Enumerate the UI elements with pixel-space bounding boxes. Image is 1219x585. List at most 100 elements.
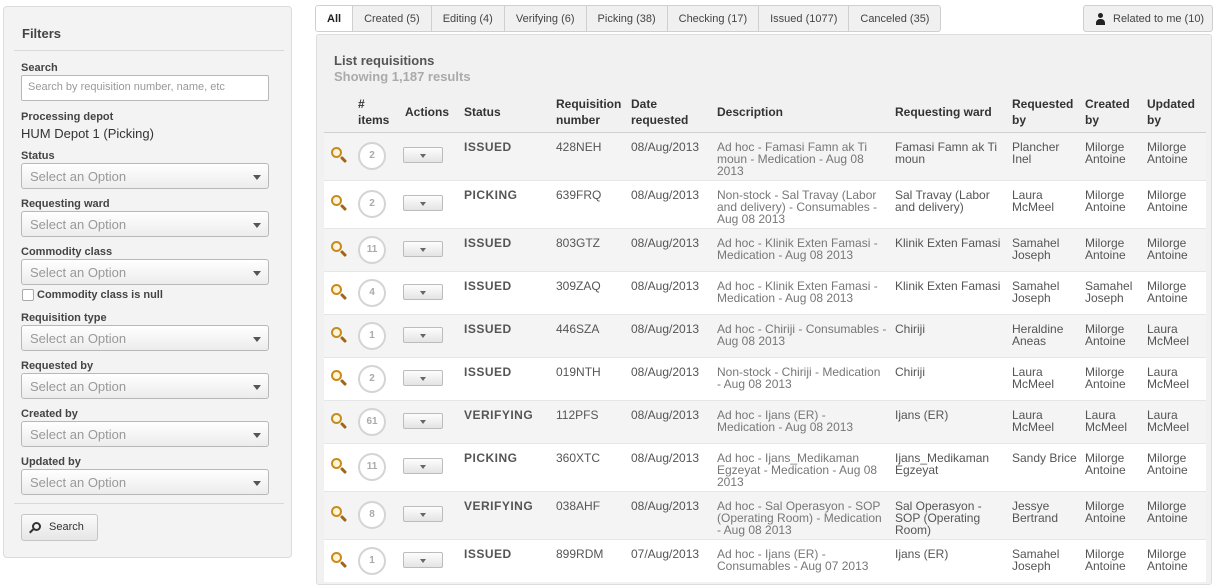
item-count-badge: 1: [358, 546, 386, 575]
row-requested-by: Plancher Inel: [1008, 131, 1081, 180]
row-actions-dropdown[interactable]: [403, 147, 443, 163]
row-actions-dropdown[interactable]: [403, 412, 443, 429]
row-status: VERIFYING: [460, 399, 552, 443]
row-requested-by: Samahel Joseph: [1008, 270, 1081, 314]
row-description: Ad hoc - Sal Operasyon - SOP (Operating …: [713, 490, 891, 539]
row-requested-by: Sandy Brice: [1008, 442, 1081, 491]
row-created-by: Laura McMeel: [1081, 399, 1143, 443]
tab-canceled[interactable]: Canceled (35): [849, 6, 940, 31]
header-number[interactable]: Requisition number: [552, 93, 627, 133]
tab-picking[interactable]: Picking (38): [587, 6, 668, 31]
tab-verifying[interactable]: Verifying (6): [505, 6, 587, 31]
view-details-icon[interactable]: [331, 506, 348, 523]
view-details-icon[interactable]: [331, 240, 348, 257]
header-updated-by[interactable]: Updated by: [1143, 93, 1206, 133]
search-button[interactable]: Search: [21, 514, 98, 541]
tab-checking[interactable]: Checking (17): [668, 6, 760, 31]
view-details-icon[interactable]: [331, 458, 348, 475]
row-number: 803GTZ: [552, 227, 627, 271]
header-ward[interactable]: Requesting ward: [891, 93, 1008, 133]
updated-by-select[interactable]: Select an Option: [21, 469, 269, 495]
row-ward: Ijans_Medikaman Egzeyat: [891, 442, 1008, 491]
item-count-badge: 1: [358, 321, 386, 350]
view-details-icon[interactable]: [331, 369, 348, 386]
row-status: ISSUED: [460, 356, 552, 400]
status-select[interactable]: Select an Option: [21, 163, 269, 189]
row-updated-by: Milorge Antoine: [1143, 490, 1206, 539]
view-details-icon[interactable]: [331, 283, 348, 300]
view-details-icon[interactable]: [331, 412, 348, 429]
ward-select[interactable]: Select an Option: [21, 211, 269, 237]
row-date: 07/Aug/2013: [627, 538, 713, 582]
row-created-by: Milorge Antoine: [1081, 442, 1143, 491]
row-created-by: Milorge Antoine: [1081, 227, 1143, 271]
related-to-me-label: Related to me (10): [1113, 13, 1205, 25]
view-details-icon[interactable]: [331, 326, 348, 343]
row-date: 08/Aug/2013: [627, 399, 713, 443]
status-tabs: All Created (5) Editing (4) Verifying (6…: [315, 5, 942, 32]
search-label: Search: [21, 62, 58, 74]
row-actions-dropdown[interactable]: [403, 326, 443, 343]
row-actions-dropdown[interactable]: [403, 551, 443, 568]
user-icon: [1096, 13, 1105, 25]
created-by-select[interactable]: Select an Option: [21, 421, 269, 447]
chevron-down-icon: [253, 481, 261, 486]
commodity-null-checkbox[interactable]: [22, 289, 34, 301]
header-date[interactable]: Date requested: [627, 93, 713, 133]
row-description: Ad hoc - Ijans (ER) - Consumables - Aug …: [713, 538, 891, 582]
item-count-badge: 11: [358, 235, 386, 264]
item-count-badge: 11: [358, 453, 386, 481]
row-actions-dropdown[interactable]: [403, 240, 443, 257]
tab-issued[interactable]: Issued (1077): [759, 6, 850, 31]
row-created-by: Milorge Antoine: [1081, 131, 1143, 180]
view-details-icon[interactable]: [331, 147, 348, 164]
view-details-icon[interactable]: [331, 195, 348, 212]
ward-label: Requesting ward: [21, 198, 110, 210]
item-count-badge: 2: [358, 142, 386, 170]
row-actions-dropdown[interactable]: [403, 506, 443, 522]
requested-by-select[interactable]: Select an Option: [21, 373, 269, 399]
chevron-down-icon: [253, 385, 261, 390]
chevron-down-icon: [253, 271, 261, 276]
item-count-badge: 2: [358, 190, 386, 218]
header-description[interactable]: Description: [713, 93, 891, 133]
table-row: 61 VERIFYING 112PFS 08/Aug/2013 Ad hoc -…: [324, 399, 1206, 443]
related-to-me-button[interactable]: Related to me (10): [1083, 5, 1213, 32]
row-ward: Klinik Exten Famasi: [891, 227, 1008, 271]
search-icon: [32, 522, 41, 531]
header-created-by[interactable]: Created by: [1081, 93, 1143, 133]
row-updated-by: Milorge Antoine: [1143, 179, 1206, 228]
chevron-down-icon: [253, 433, 261, 438]
row-status: ISSUED: [460, 131, 552, 180]
commodity-select[interactable]: Select an Option: [21, 259, 269, 285]
header-requested-by[interactable]: Requested by: [1008, 93, 1081, 133]
row-description: Ad hoc - Famasi Famn ak Ti moun - Medica…: [713, 131, 891, 180]
table-row: 2 PICKING 639FRQ 08/Aug/2013 Non-stock -…: [324, 179, 1206, 228]
row-actions-dropdown[interactable]: [403, 369, 443, 386]
row-description: Ad hoc - Klinik Exten Famasi - Medicatio…: [713, 270, 891, 314]
requisition-table: # items Actions Status Requisition numbe…: [324, 93, 1206, 582]
header-items[interactable]: # items: [354, 93, 401, 133]
table-row: 2 ISSUED 428NEH 08/Aug/2013 Ad hoc - Fam…: [324, 131, 1206, 180]
table-row: 1 ISSUED 899RDM 07/Aug/2013 Ad hoc - Ija…: [324, 538, 1206, 582]
tab-editing[interactable]: Editing (4): [432, 6, 505, 31]
created-by-label: Created by: [21, 408, 78, 420]
depot-label: Processing depot: [21, 111, 114, 123]
req-type-select-value: Select an Option: [30, 331, 127, 346]
row-actions-dropdown[interactable]: [403, 283, 443, 300]
row-actions-dropdown[interactable]: [403, 195, 443, 211]
req-type-select[interactable]: Select an Option: [21, 325, 269, 351]
row-updated-by: Laura McMeel: [1143, 313, 1206, 357]
tab-all[interactable]: All: [316, 6, 354, 31]
search-input[interactable]: Search by requisition number, name, etc: [21, 75, 269, 101]
row-actions-dropdown[interactable]: [403, 458, 443, 474]
status-label: Status: [21, 150, 55, 162]
row-number: 309ZAQ: [552, 270, 627, 314]
chevron-down-icon: [253, 175, 261, 180]
updated-by-label: Updated by: [21, 456, 81, 468]
row-updated-by: Laura McMeel: [1143, 356, 1206, 400]
header-status[interactable]: Status: [460, 93, 552, 133]
view-details-icon[interactable]: [331, 551, 348, 568]
row-date: 08/Aug/2013: [627, 179, 713, 228]
tab-created[interactable]: Created (5): [353, 6, 432, 31]
